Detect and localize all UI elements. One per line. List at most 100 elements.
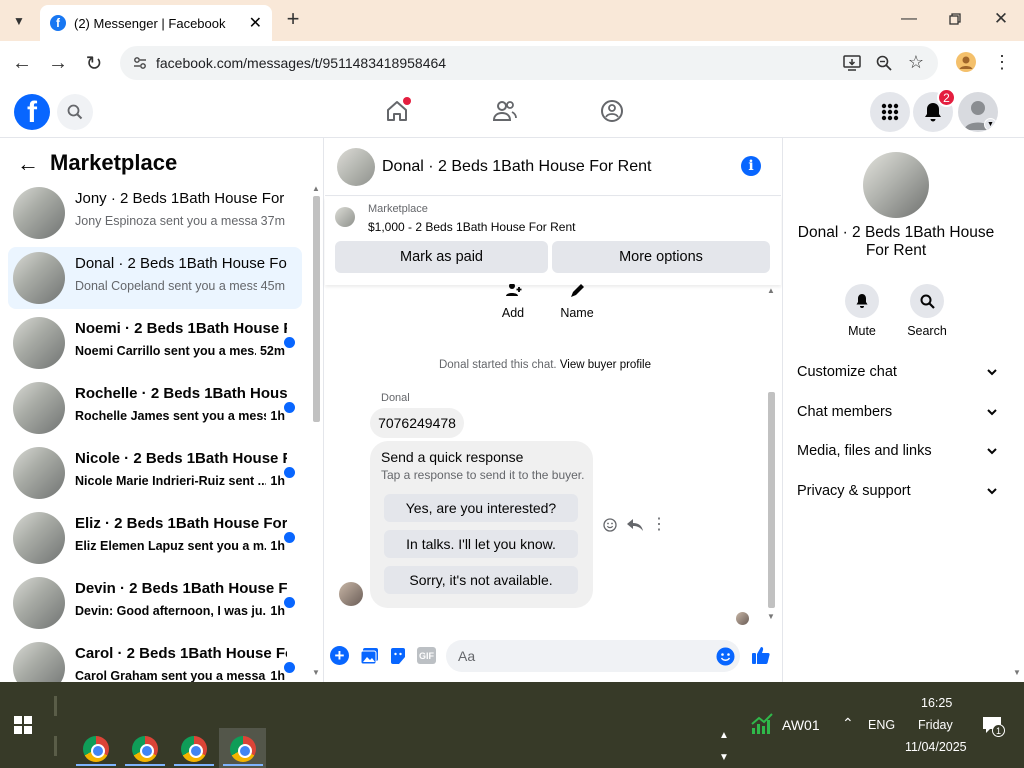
minimize-icon[interactable]: — — [898, 8, 920, 30]
listing-price-title[interactable]: $1,000 - 2 Beds 1Bath House For Rent — [368, 220, 575, 234]
add-action[interactable]: Add — [493, 284, 533, 320]
profile-icon[interactable] — [955, 51, 977, 73]
clock-date[interactable]: 11/04/2025 — [905, 740, 967, 754]
list-scrollbar[interactable] — [313, 196, 320, 422]
clock-day[interactable]: Friday — [918, 718, 953, 732]
listing-avatar[interactable] — [863, 152, 929, 218]
taskbar-divider — [54, 696, 57, 716]
list-scroll-down-icon[interactable]: ▼ — [312, 668, 320, 677]
section-label: Customize chat — [797, 364, 897, 380]
conversation-item[interactable]: Jony · 2 Beds 1Bath House For R... Jony E… — [8, 182, 302, 244]
site-info-icon[interactable] — [132, 55, 148, 74]
clock-time[interactable]: 16:25 — [921, 696, 952, 710]
app-name-text[interactable]: AW01 — [782, 717, 820, 733]
mark-as-paid-button[interactable]: Mark as paid — [335, 241, 548, 273]
chrome-taskbar-icon[interactable] — [132, 736, 158, 762]
emoji-icon[interactable] — [715, 646, 735, 666]
unread-dot — [284, 532, 295, 543]
quick-response-not-available[interactable]: Sorry, it's not available. — [384, 566, 578, 594]
account-avatar[interactable]: ▼ — [958, 92, 998, 132]
conversation-item[interactable]: Rochelle · 2 Beds 1Bath House ... Rochell… — [8, 377, 302, 439]
start-windows-icon[interactable] — [14, 716, 32, 734]
conversation-item[interactable]: Eliz · 2 Beds 1Bath House For R... Eliz E… — [8, 507, 302, 569]
conversation-preview: Devin: Good afternoon, I was ju... — [75, 604, 267, 618]
conversation-item[interactable]: Noemi · 2 Beds 1Bath House F... Noemi Car… — [8, 312, 302, 374]
reply-icon[interactable] — [626, 516, 644, 534]
search-icon[interactable] — [57, 94, 93, 130]
bell-icon — [845, 284, 879, 318]
conversation-time: 45m — [260, 279, 285, 293]
chat-avatar[interactable] — [337, 148, 375, 186]
url-field[interactable]: facebook.com/messages/t/9511483418958464 — [120, 46, 938, 80]
quick-response-in-talks[interactable]: In talks. I'll let you know. — [384, 530, 578, 558]
search-in-chat-button[interactable]: Search — [895, 284, 959, 338]
gif-icon[interactable]: GIF — [417, 647, 436, 664]
attach-photo-icon[interactable] — [359, 646, 379, 666]
conversation-preview-row: Donal Copeland sent you a mess... 45m — [75, 279, 285, 293]
thumbs-up-icon[interactable] — [750, 644, 772, 666]
groups-icon[interactable] — [599, 98, 625, 124]
list-scroll-up-icon[interactable]: ▲ — [312, 184, 320, 193]
restore-icon[interactable] — [944, 8, 966, 30]
back-arrow-icon[interactable]: ← — [16, 151, 40, 176]
message-input[interactable]: Aa — [446, 640, 740, 672]
privacy-support-section[interactable]: Privacy & support — [797, 483, 997, 499]
friends-icon[interactable] — [492, 98, 518, 124]
forward-icon[interactable]: → — [46, 51, 70, 75]
close-window-icon[interactable]: ✕ — [990, 8, 1012, 30]
chat-members-section[interactable]: Chat members — [797, 404, 997, 420]
language-indicator[interactable]: ENG — [868, 718, 895, 732]
chrome-taskbar-icon — [230, 736, 256, 762]
notification-count-badge: 2 — [937, 88, 956, 107]
menu-grid-icon[interactable] — [870, 92, 910, 132]
info-icon[interactable]: i — [741, 156, 761, 176]
reload-icon[interactable]: ↻ — [82, 51, 106, 75]
close-tab-icon[interactable]: ✕ — [249, 13, 262, 33]
chrome-taskbar-icon[interactable] — [181, 736, 207, 762]
more-options-button[interactable]: More options — [552, 241, 770, 273]
conversation-preview-row: Nicole Marie Indrieri-Ruiz sent ... 1h — [75, 474, 285, 488]
bookmark-star-icon[interactable]: ☆ — [905, 51, 927, 73]
chat-scroll-down-icon[interactable]: ▼ — [767, 612, 775, 621]
conversation-item[interactable]: Donal · 2 Beds 1Bath House For ... Donal … — [8, 247, 302, 309]
page-scroll-down-icon[interactable]: ▼ — [1013, 668, 1021, 677]
sticker-icon[interactable] — [388, 646, 408, 666]
view-buyer-profile-link[interactable]: View buyer profile — [560, 359, 651, 371]
taskbar-scroll-up-icon[interactable]: ▲ — [719, 730, 729, 741]
quick-response-yes[interactable]: Yes, are you interested? — [384, 494, 578, 522]
name-action[interactable]: Name — [557, 284, 597, 320]
more-actions-icon[interactable]: ⋮ — [651, 515, 667, 533]
sender-avatar[interactable] — [339, 582, 363, 606]
zoom-icon[interactable] — [874, 53, 894, 73]
customize-chat-section[interactable]: Customize chat — [797, 364, 997, 380]
mute-button[interactable]: Mute — [830, 284, 894, 338]
chat-scroll-up-icon[interactable]: ▲ — [767, 286, 775, 295]
unread-dot — [284, 597, 295, 608]
notification-center-icon[interactable]: 1 — [982, 716, 1005, 737]
react-emoji-icon[interactable] — [601, 516, 619, 534]
conversation-item[interactable]: Devin · 2 Beds 1Bath House Fo... Devin: G… — [8, 572, 302, 634]
chat-title[interactable]: Donal · 2 Beds 1Bath House For Rent — [382, 158, 651, 176]
gif-label: GIF — [419, 650, 434, 661]
new-tab-icon[interactable]: + — [282, 6, 304, 31]
active-app-highlight[interactable] — [219, 728, 266, 768]
chat-scrollbar[interactable] — [768, 392, 775, 608]
taskbar-scroll-down-icon[interactable]: ▼ — [719, 752, 729, 763]
stock-chart-icon[interactable] — [750, 712, 774, 736]
conversation-preview: Rochelle James sent you a mess... — [75, 409, 267, 423]
tray-expand-icon[interactable]: ⌃ — [842, 715, 854, 732]
listing-thumbnail[interactable] — [335, 207, 355, 227]
chrome-taskbar-icon[interactable] — [83, 736, 109, 762]
media-files-links-section[interactable]: Media, files and links — [797, 443, 997, 459]
browser-menu-icon[interactable]: ⋮ — [992, 51, 1012, 73]
facebook-logo-icon[interactable]: f — [14, 94, 50, 130]
tab-search-chevron-icon[interactable]: ▼ — [8, 10, 30, 32]
install-app-icon[interactable] — [842, 53, 862, 73]
more-actions-plus-icon[interactable]: + — [330, 646, 349, 665]
home-icon[interactable] — [384, 97, 411, 124]
message-bubble[interactable]: 7076249478 — [370, 408, 464, 438]
conversation-item[interactable]: Nicole · 2 Beds 1Bath House F... Nicole M… — [8, 442, 302, 504]
back-icon[interactable]: ← — [10, 51, 34, 75]
section-label: Chat members — [797, 404, 893, 420]
browser-tab[interactable]: f (2) Messenger | Facebook ✕ — [40, 5, 272, 41]
